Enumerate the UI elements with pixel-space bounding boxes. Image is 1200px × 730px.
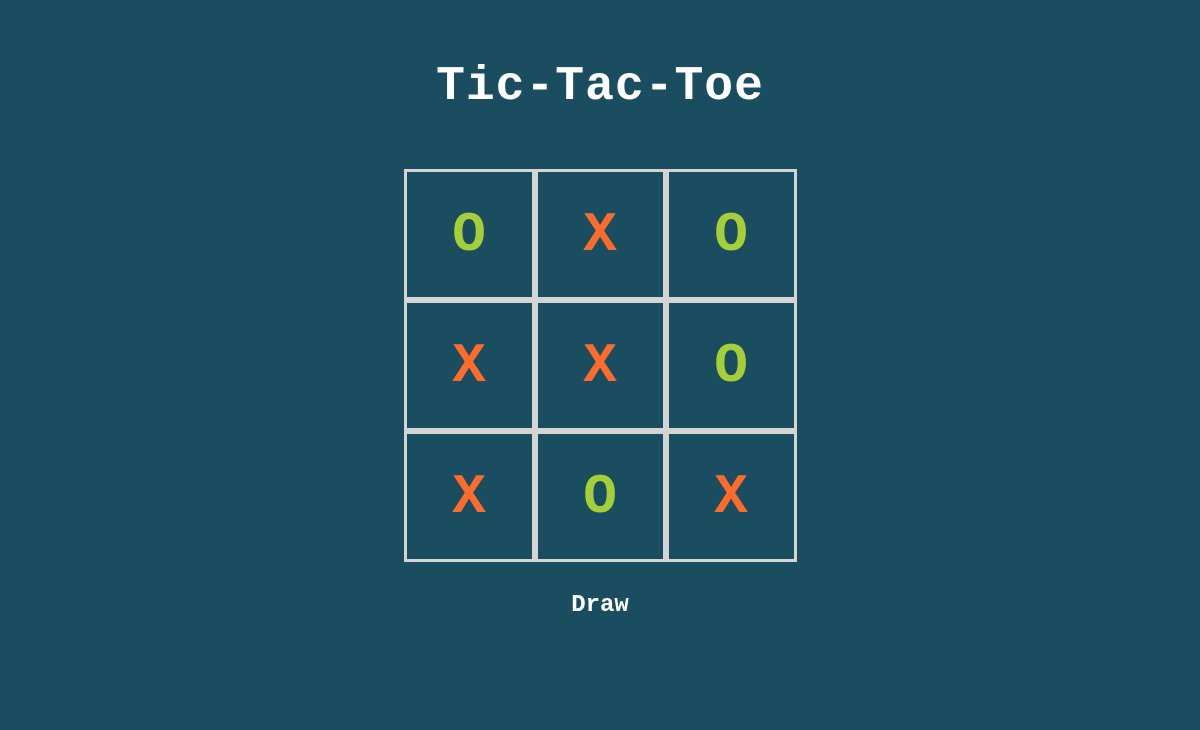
game-status: Draw (571, 592, 629, 619)
cell-3[interactable]: X (407, 303, 532, 428)
cell-8[interactable]: X (669, 434, 794, 559)
cell-2[interactable]: O (669, 172, 794, 297)
cell-0[interactable]: O (407, 172, 532, 297)
game-title: Tic-Tac-Toe (436, 60, 764, 114)
cell-4[interactable]: X (538, 303, 663, 428)
game-board: O X O X X O X O X (404, 169, 797, 562)
cell-5[interactable]: O (669, 303, 794, 428)
cell-1[interactable]: X (538, 172, 663, 297)
cell-7[interactable]: O (538, 434, 663, 559)
cell-6[interactable]: X (407, 434, 532, 559)
